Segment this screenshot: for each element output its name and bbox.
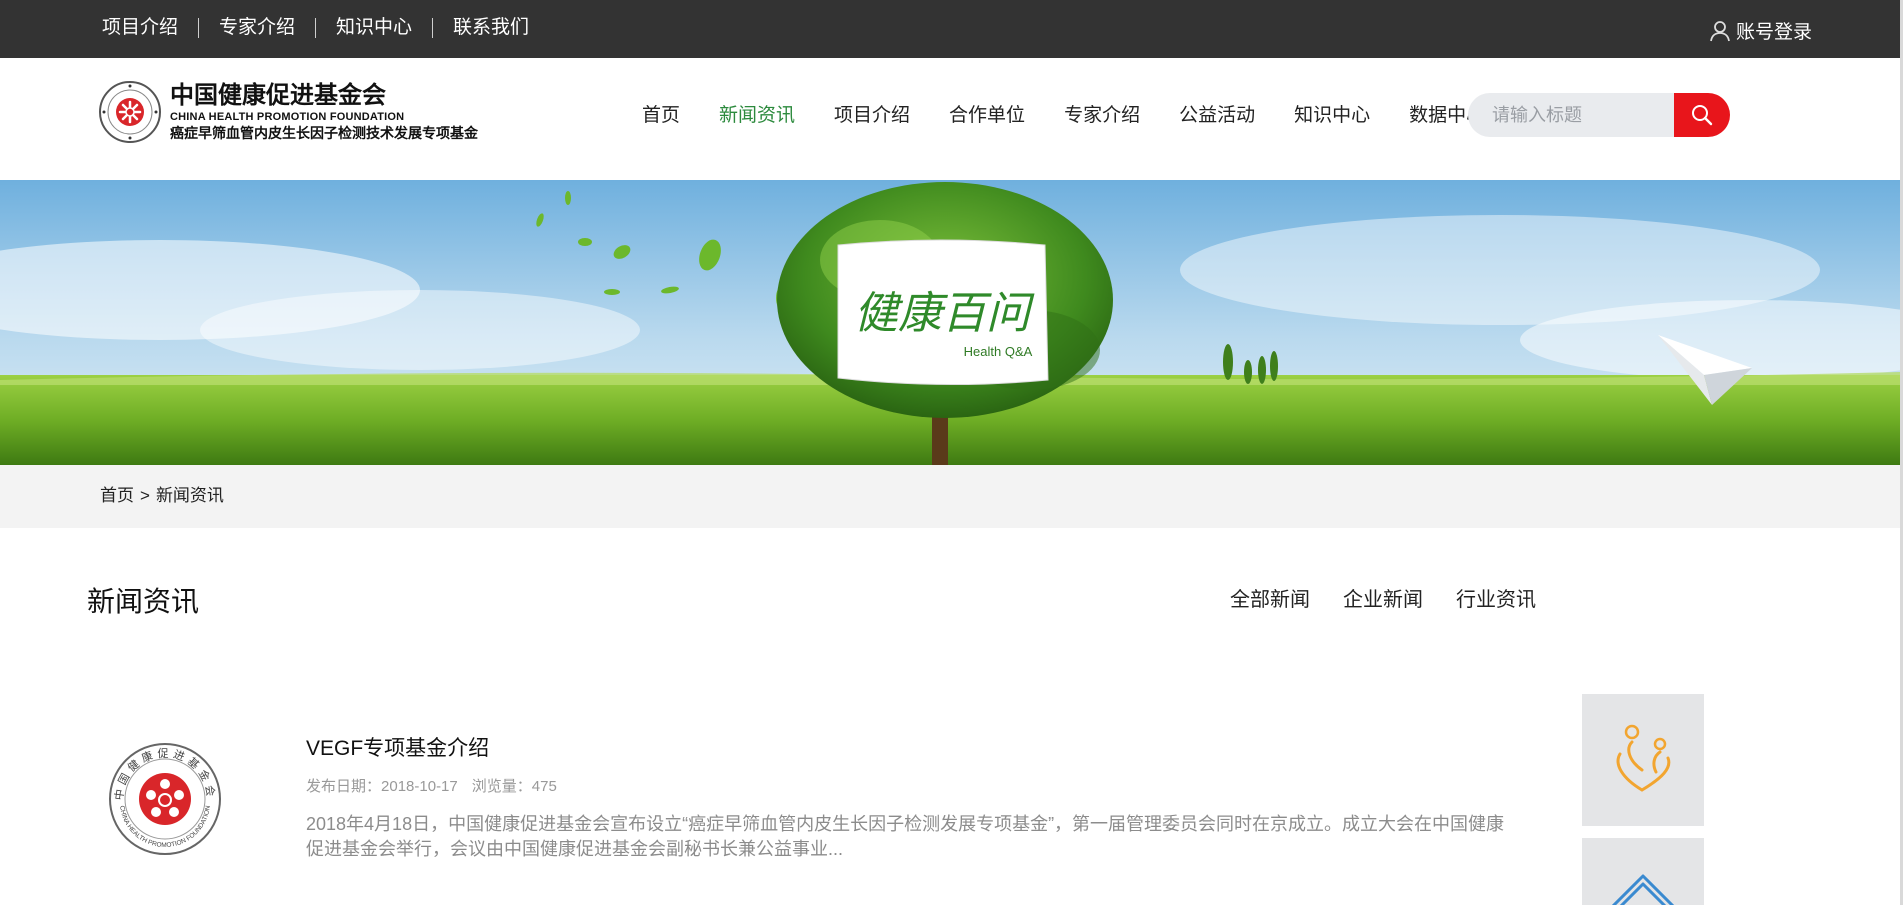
foundation-logo-icon (99, 81, 161, 143)
news-thumbnail-seal[interactable]: 中国健康促进基金会 CHINA HEALTH PROMOTION FOUNDAT… (106, 736, 224, 862)
logo-sub-name: 癌症早筛血管内皮生长因子检测技术发展专项基金 (170, 125, 478, 141)
news-views-label: 浏览量： (471, 778, 532, 795)
top-bar: 项目介绍 专家介绍 知识中心 联系我们 账号登录 (0, 0, 1900, 58)
logo-text: 中国健康促进基金会 CHINA HEALTH PROMOTION FOUNDAT… (170, 82, 478, 142)
user-icon (1710, 20, 1730, 41)
news-views: 475 (531, 778, 557, 795)
nav-item-charity[interactable]: 公益活动 (1179, 105, 1255, 127)
top-link-contact[interactable]: 联系我们 (453, 17, 529, 39)
news-meta: 发布日期：2018-10-17 浏览量：475 (306, 778, 557, 796)
login-link[interactable]: 账号登录 (1710, 17, 1812, 44)
breadcrumb-home[interactable]: 首页 (100, 486, 134, 505)
banner-illustration: 健康百问 Health Q&A (0, 180, 1900, 465)
nav-item-knowledge[interactable]: 知识中心 (1294, 105, 1370, 127)
house-icon (1611, 874, 1675, 905)
nav-item-partners[interactable]: 合作单位 (949, 105, 1025, 127)
top-links: 项目介绍 专家介绍 知识中心 联系我们 (102, 17, 529, 39)
news-date: 2018-10-17 (381, 778, 458, 795)
side-button-family[interactable] (1582, 694, 1704, 826)
top-link-experts[interactable]: 专家介绍 (219, 17, 295, 39)
logo-cn-name: 中国健康促进基金会 (170, 82, 386, 109)
login-label: 账号登录 (1735, 22, 1812, 43)
nav-item-home[interactable]: 首页 (642, 105, 680, 127)
news-summary: 2018年4月18日，中国健康促进基金会宣布设立“癌症早筛血管内皮生长因子检测发… (306, 814, 1505, 859)
tab-all-news[interactable]: 全部新闻 (1230, 588, 1310, 612)
hero-banner: 健康百问 Health Q&A (0, 180, 1900, 465)
banner-sign-cn: 健康百问 (854, 288, 1035, 339)
search-icon (1692, 105, 1713, 126)
header: 中国健康促进基金会 CHINA HEALTH PROMOTION FOUNDAT… (0, 58, 1900, 180)
top-link-knowledge[interactable]: 知识中心 (336, 17, 412, 39)
main-nav: 首页 新闻资讯 项目介绍 合作单位 专家介绍 公益活动 知识中心 数据中心 (642, 105, 1485, 127)
divider (315, 18, 317, 38)
nav-item-projects[interactable]: 项目介绍 (834, 105, 910, 127)
news-tabs: 全部新闻 企业新闻 行业资讯 (1230, 588, 1536, 612)
page-title: 新闻资讯 (87, 586, 200, 617)
search-button[interactable] (1674, 93, 1730, 137)
family-heart-icon (1616, 724, 1671, 792)
nav-item-news[interactable]: 新闻资讯 (719, 105, 795, 127)
search-box (1468, 93, 1730, 137)
search-input[interactable] (1468, 93, 1674, 137)
news-title[interactable]: VEGF专项基金介绍 (306, 737, 489, 761)
news-date-label: 发布日期： (306, 778, 382, 795)
divider (198, 18, 200, 38)
nav-item-experts[interactable]: 专家介绍 (1064, 105, 1140, 127)
tab-industry-news[interactable]: 行业资讯 (1456, 588, 1536, 612)
site-logo[interactable]: 中国健康促进基金会 CHINA HEALTH PROMOTION FOUNDAT… (98, 80, 478, 144)
breadcrumb-bar: 首页 > 新闻资讯 (0, 465, 1900, 528)
side-button-home[interactable] (1582, 838, 1704, 905)
breadcrumb: 首页 > 新闻资讯 (100, 485, 224, 507)
breadcrumb-separator: > (140, 486, 150, 505)
logo-en-name: CHINA HEALTH PROMOTION FOUNDATION (170, 111, 405, 123)
banner-sign-en: Health Q&A (964, 344, 1033, 359)
divider (432, 18, 434, 38)
tab-company-news[interactable]: 企业新闻 (1343, 588, 1423, 612)
top-link-projects[interactable]: 项目介绍 (102, 17, 178, 39)
breadcrumb-current: 新闻资讯 (155, 486, 224, 505)
